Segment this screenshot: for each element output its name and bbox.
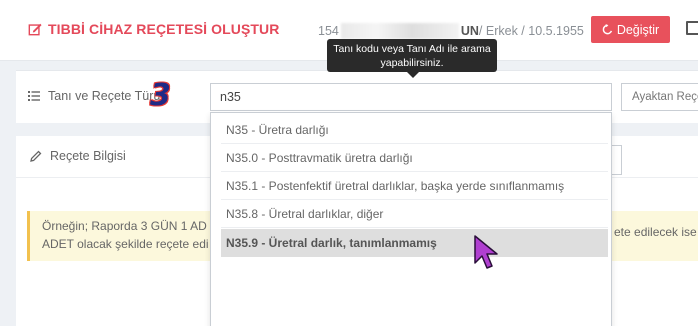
- diagnosis-section-title: Tanı ve Reçete Türü: [28, 89, 160, 103]
- partially-hidden-field[interactable]: [612, 145, 622, 175]
- refresh-icon: [602, 24, 612, 35]
- prescription-type-select[interactable]: Ayaktan Reçe: [621, 83, 698, 111]
- prescription-label: Reçete Bilgisi: [50, 149, 126, 163]
- edit-icon: [28, 23, 42, 36]
- patient-details: / Erkek / 10.5.1955: [478, 24, 584, 38]
- diagnosis-suggestions-dropdown: N35 - Üretra darlığı N35.0 - Posttravmat…: [210, 112, 612, 326]
- suggestion-item[interactable]: N35.0 - Posttravmatik üretra darlığı: [221, 144, 608, 172]
- prescription-type-value: Ayaktan Reçe: [632, 91, 698, 103]
- suggestion-item[interactable]: N35.8 - Üretral darlıklar, diğer: [221, 200, 608, 228]
- patient-id: 154: [318, 24, 339, 38]
- pencil-icon: [30, 150, 42, 162]
- search-tooltip: Tanı kodu veya Tanı Adı ile arama yapabi…: [327, 39, 497, 78]
- change-patient-button[interactable]: Değiştir: [591, 16, 670, 43]
- blurred-patient-name: [340, 23, 459, 39]
- suggestion-item-highlighted[interactable]: N35.9 - Üretral darlık, tanımlanmamış: [221, 229, 608, 257]
- tooltip-line-1: Tanı kodu veya Tanı Adı ile arama: [333, 43, 491, 55]
- change-button-label: Değiştir: [616, 22, 660, 37]
- page-title-text: TIBBİ CİHAZ REÇETESİ OLUŞTUR: [48, 21, 280, 37]
- mouse-cursor-icon: [474, 235, 498, 269]
- patient-info: 154 UN / Erkek / 10.5.1955: [318, 23, 584, 39]
- alert-text-right: ete edilecek ise: [614, 225, 697, 239]
- page-title: TIBBİ CİHAZ REÇETESİ OLUŞTUR: [28, 21, 279, 37]
- suggestion-item[interactable]: N35.1 - Postenfektif üretral darlıklar, …: [221, 172, 608, 200]
- checkbox-icon[interactable]: [686, 21, 698, 35]
- step-number-annotation: 3: [150, 78, 171, 113]
- tooltip-line-2: yapabilirsiniz.: [380, 57, 444, 69]
- prescription-section-title: Reçete Bilgisi: [30, 149, 126, 163]
- diagnosis-search-input[interactable]: [210, 83, 612, 111]
- patient-surname: UN: [460, 24, 479, 38]
- suggestion-item[interactable]: N35 - Üretra darlığı: [221, 116, 608, 144]
- diagnosis-label: Tanı ve Reçete Türü: [48, 89, 161, 103]
- list-icon: [28, 91, 40, 101]
